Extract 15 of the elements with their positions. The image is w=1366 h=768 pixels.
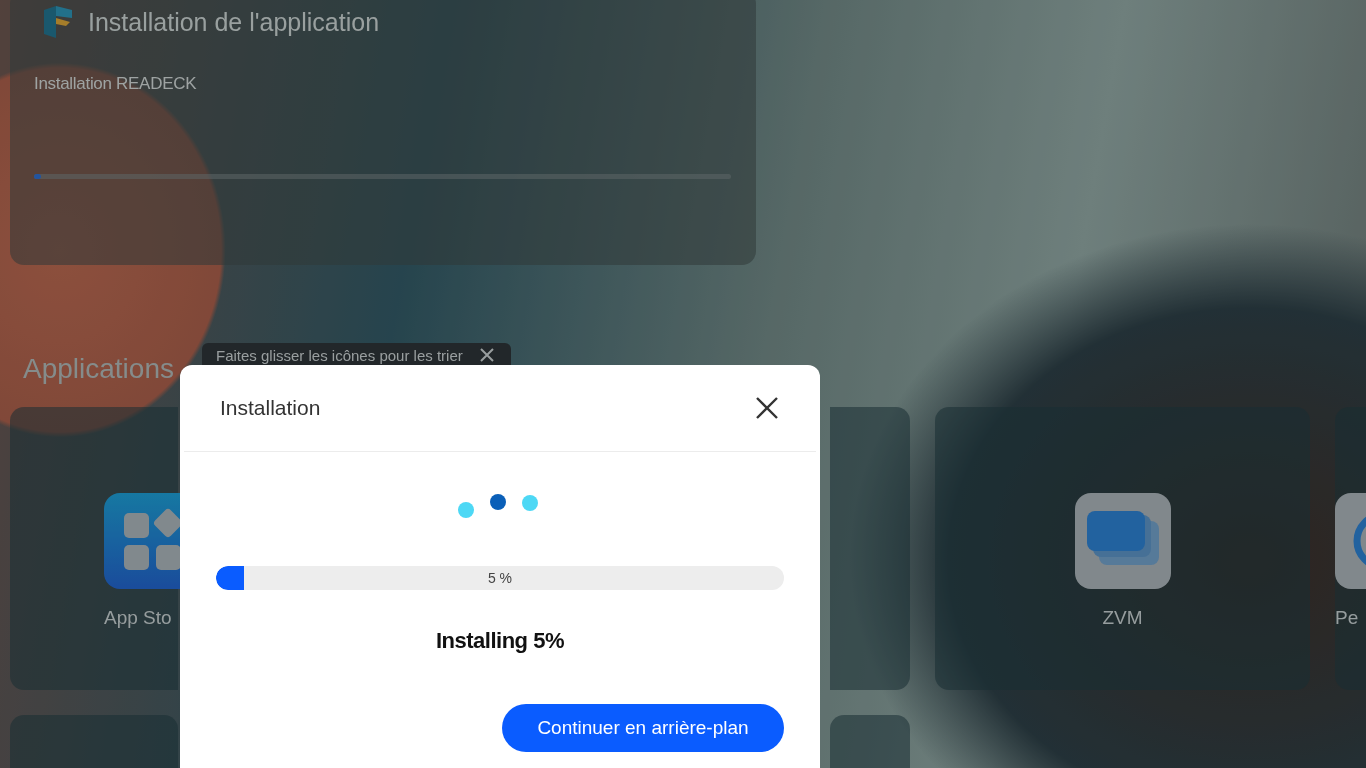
close-icon[interactable] [478, 347, 495, 363]
progress-reading: 5 % [487, 570, 513, 586]
section-heading: Applications [23, 353, 174, 385]
app-logo-icon [42, 4, 74, 40]
status-text: Installing 5% [436, 628, 564, 654]
tooltip-text: Faites glisser les icônes pour les trier [216, 347, 463, 364]
card-title: Installation de l'application [88, 7, 380, 37]
background-button[interactable]: Continuer en arrière-plan [502, 704, 784, 752]
app-label: Pe [1335, 607, 1359, 629]
dialog-title: Installation [220, 396, 321, 420]
app-label: App Sto [104, 607, 172, 629]
stacked-screens-icon[interactable] [1074, 493, 1171, 589]
install-subtitle: Installation READECK [34, 74, 198, 94]
close-button[interactable] [754, 395, 780, 421]
app-label: ZVM [1102, 607, 1143, 629]
